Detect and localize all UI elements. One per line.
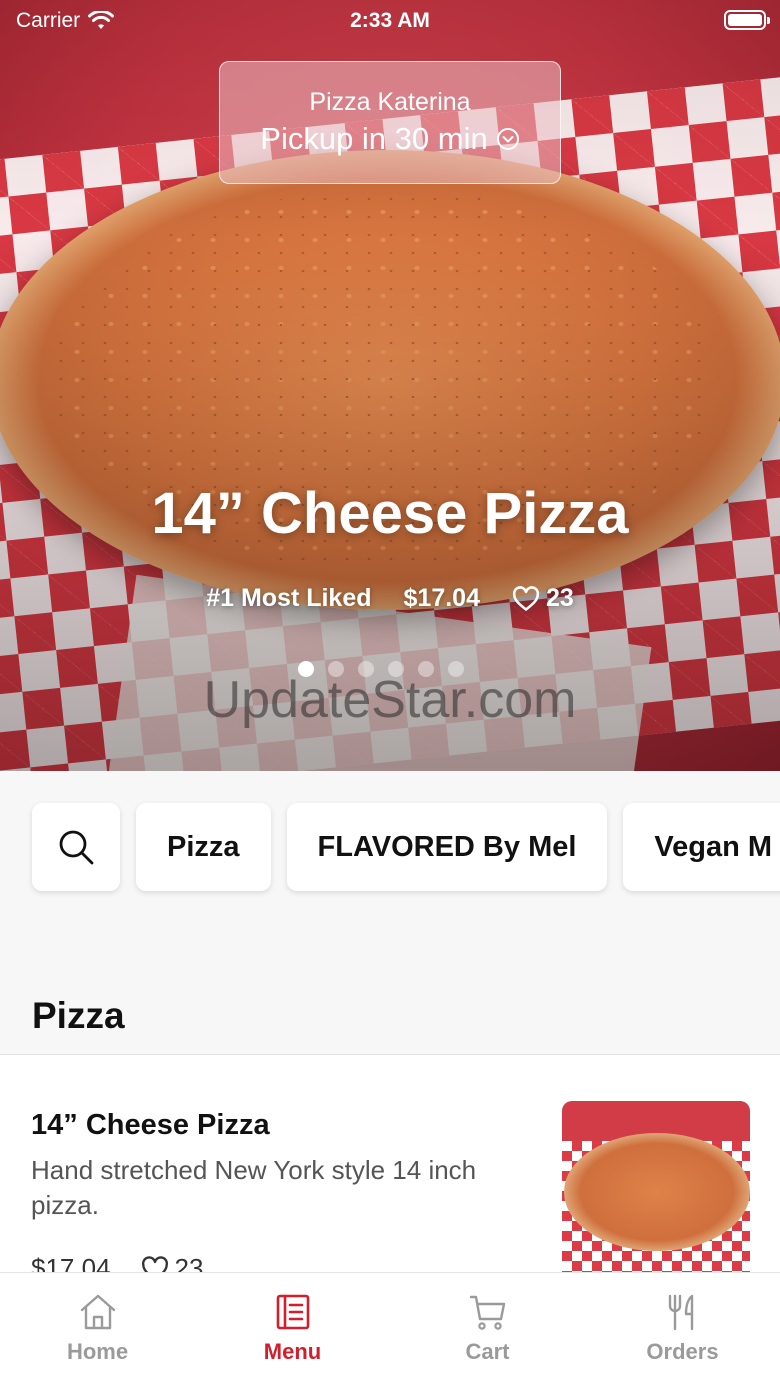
tab-label: Cart <box>465 1339 510 1364</box>
hero-meta: #1 Most Liked $17.04 23 <box>0 584 780 613</box>
utensils-icon <box>668 1294 693 1331</box>
category-chip-pizza[interactable]: Pizza <box>136 803 271 891</box>
chevron-down-circle-icon <box>496 128 519 150</box>
tab-label: Menu <box>263 1339 322 1364</box>
watermark: UpdateStar.com <box>203 671 577 729</box>
tab-cart[interactable]: Cart <box>390 1273 585 1387</box>
search-button[interactable] <box>32 803 120 891</box>
tab-home[interactable]: Home <box>0 1273 195 1387</box>
menu-item-description: Hand stretched New York style 14 inch pi… <box>31 1155 477 1220</box>
store-name: Pizza Katerina <box>309 88 471 116</box>
hero-price: $17.04 <box>403 584 480 612</box>
tab-menu[interactable]: Menu <box>195 1273 390 1387</box>
tab-bar: Home Menu Cart Orders <box>0 1272 780 1387</box>
heart-icon <box>512 585 540 611</box>
hero-likes-count: 23 <box>545 584 574 612</box>
section-title: Pizza <box>32 995 125 1036</box>
search-icon <box>59 830 94 865</box>
battery-icon <box>724 10 770 30</box>
menu-item-image <box>562 1101 750 1281</box>
store-pickup-selector[interactable]: Pizza Katerina Pickup in 30 min <box>219 61 561 184</box>
hero-badge: #1 Most Liked <box>206 584 372 612</box>
status-bar: Carrier 2:33 AM <box>0 0 780 40</box>
tab-label: Home <box>66 1339 129 1364</box>
category-chips: Pizza FLAVORED By Mel Vegan M <box>32 803 780 891</box>
pickup-time-label: Pickup in 30 min <box>260 121 488 156</box>
home-icon <box>80 1294 115 1330</box>
tab-orders[interactable]: Orders <box>585 1273 780 1387</box>
cart-icon <box>469 1295 505 1330</box>
hero-likes: 23 <box>512 584 574 613</box>
category-chip-flavored-by-mel[interactable]: FLAVORED By Mel <box>286 803 608 891</box>
menu-item-name: 14” Cheese Pizza <box>31 1109 270 1141</box>
hero-banner[interactable]: Carrier 2:33 AM Pizza Katerina Pickup in… <box>0 0 780 771</box>
clock: 2:33 AM <box>350 9 430 32</box>
menu-item[interactable]: 14” Cheese Pizza Hand stretched New York… <box>0 1055 780 1287</box>
thumb-pizza <box>564 1133 750 1251</box>
menu-icon <box>276 1294 309 1330</box>
category-chip-vegan[interactable]: Vegan M <box>623 803 780 891</box>
hero-title: 14” Cheese Pizza <box>151 481 629 546</box>
tab-label: Orders <box>646 1339 719 1364</box>
